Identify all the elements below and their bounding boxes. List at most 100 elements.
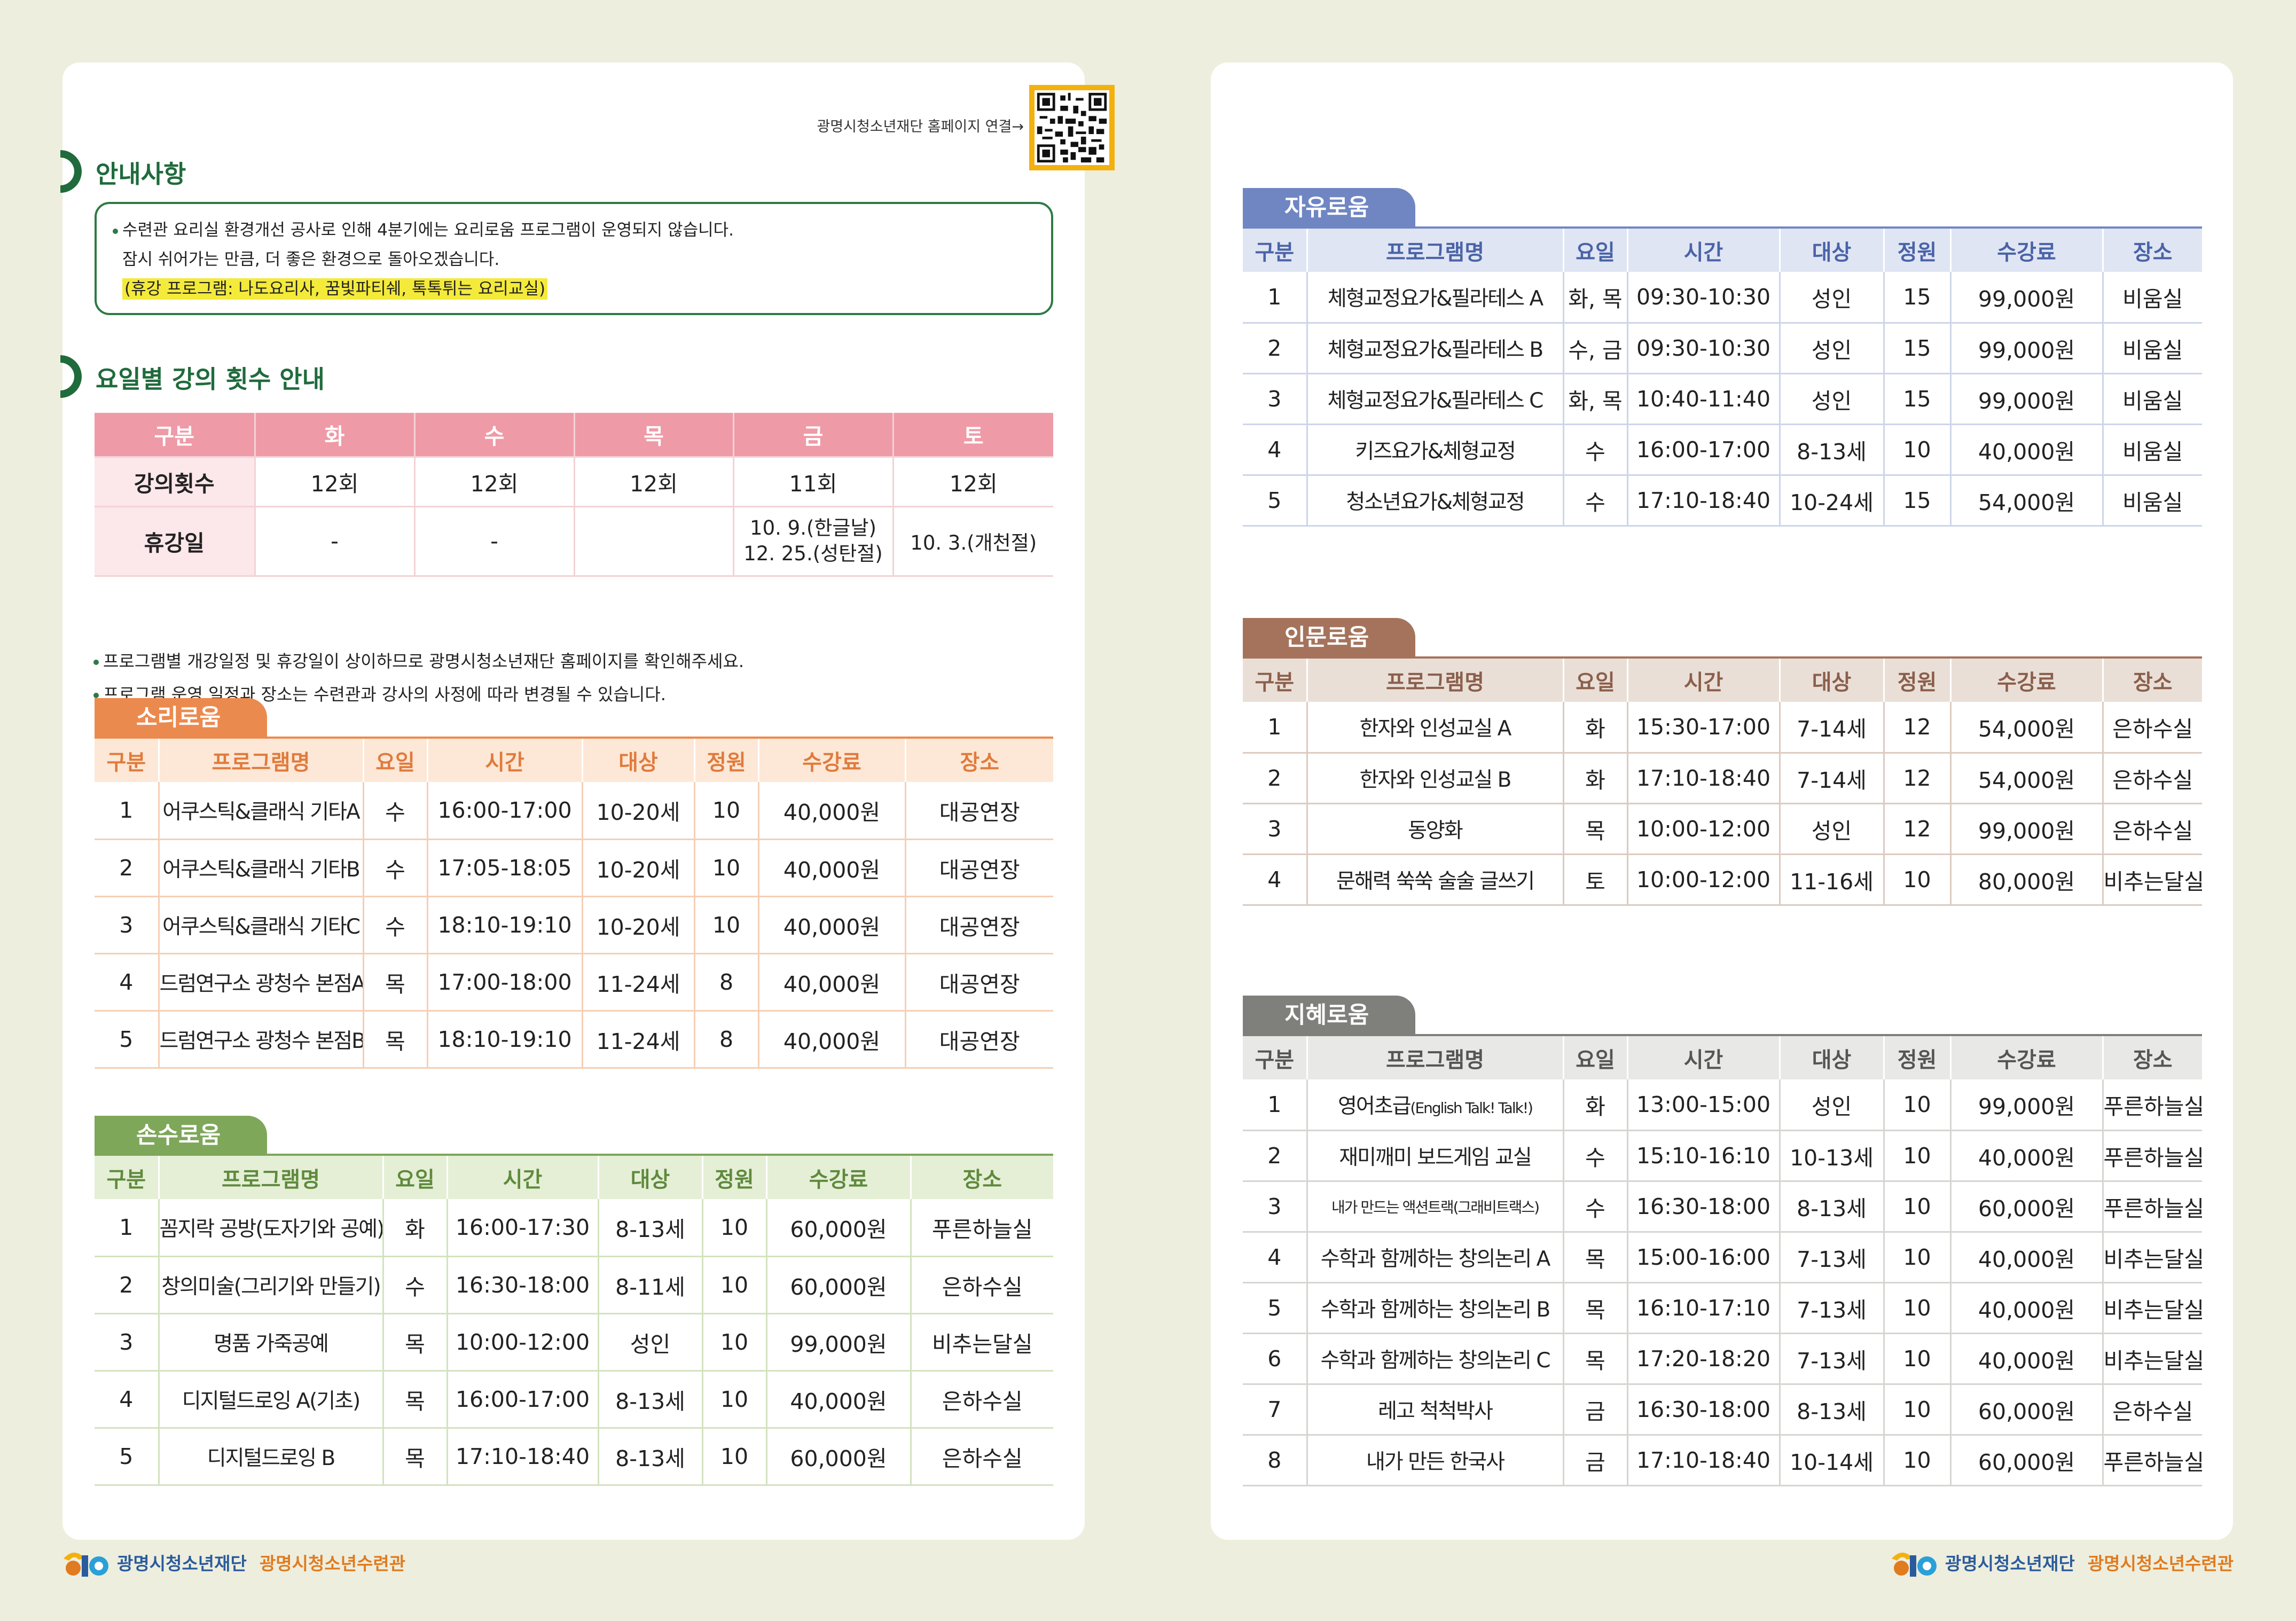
header-col-program: 프로그램명 xyxy=(159,737,364,782)
table-row: 1 꼼지락 공방(도자기와 공예) 화 16:00-17:30 8-13세 10 60,00… xyxy=(95,1199,1053,1257)
header-col-day: 요일 xyxy=(1563,1034,1628,1079)
cell-col-place: 은하수실 xyxy=(2103,702,2202,754)
qr-code-graphic xyxy=(1035,90,1109,165)
lec-count-cell: 12회 xyxy=(893,457,1053,507)
lecture-count-table: 구분 화 수 목 금 토 강의횟수 12회 12회 12회 11회 12회 휴강… xyxy=(95,413,1053,577)
cell-col-target: 성인 xyxy=(1780,1079,1885,1131)
cell-col-capacity: 15 xyxy=(1884,475,1952,527)
cell-col-time: 10:00-12:00 xyxy=(1627,803,1781,855)
cell-col-time: 18:10-19:10 xyxy=(427,896,583,954)
cell-col-capacity: 8 xyxy=(694,1011,759,1069)
lec-count-cell: 12회 xyxy=(574,457,734,507)
header-col-place: 장소 xyxy=(2103,656,2202,702)
cell-col-place: 은하수실 xyxy=(911,1371,1053,1429)
header-col-place: 장소 xyxy=(905,737,1053,782)
cell-col-no: 2 xyxy=(1243,753,1308,804)
lec-count-cell: 11회 xyxy=(733,457,894,507)
cell-col-target: 7-14세 xyxy=(1780,702,1885,754)
cell-col-day: 목 xyxy=(363,953,428,1012)
jihye-table: 구분 프로그램명 요일 시간 대상 정원 수강료 장소 1 영어초급(English Talk! … xyxy=(1243,1034,2202,1486)
lec-holiday-fri-1: 10. 9.(한글날) xyxy=(750,516,876,539)
cell-col-day: 화 xyxy=(1563,1079,1628,1131)
header-col-fee: 수강료 xyxy=(1950,226,2104,272)
cell-col-capacity: 10 xyxy=(694,782,759,840)
bullet-icon xyxy=(113,228,118,234)
foundation-logo-icon xyxy=(64,1553,108,1577)
header-col-time: 시간 xyxy=(1627,226,1781,272)
cell-col-place: 푸른하늘실 xyxy=(2103,1435,2202,1486)
cell-col-capacity: 10 xyxy=(702,1428,767,1486)
cell-col-target: 8-13세 xyxy=(1780,1181,1885,1233)
cell-col-program: 내가 만든 한국사 xyxy=(1307,1435,1564,1486)
lec-header: 화 xyxy=(255,413,416,458)
header-col-fee: 수강료 xyxy=(766,1154,912,1199)
cell-col-no: 5 xyxy=(95,1428,160,1486)
cell-col-time: 13:00-15:00 xyxy=(1627,1079,1781,1131)
cell-col-capacity: 10 xyxy=(1884,854,1952,906)
cell-col-place: 대공연장 xyxy=(905,953,1053,1012)
cell-col-program: 내가 만드는 액션트랙(그래비트랙스) xyxy=(1307,1181,1564,1233)
cell-col-place: 푸른하늘실 xyxy=(2103,1181,2202,1233)
cell-col-place: 비움실 xyxy=(2103,475,2202,527)
cell-col-fee: 60,000원 xyxy=(766,1199,912,1257)
header-col-target: 대상 xyxy=(1780,656,1885,702)
table-row: 4 문해력 쑥쑥 술술 글쓰기 토 10:00-12:00 11-16세 10 80,000… xyxy=(1243,854,2202,906)
sori-table: 구분 프로그램명 요일 시간 대상 정원 수강료 장소 1 어쿠스틱&클래식 기타A 수 16:00-… xyxy=(95,737,1053,1069)
cell-col-time: 09:30-10:30 xyxy=(1627,323,1781,374)
header-col-program: 프로그램명 xyxy=(1307,1034,1564,1079)
cell-col-day: 화 xyxy=(383,1199,448,1257)
cell-col-place: 은하수실 xyxy=(2103,803,2202,855)
header-col-capacity: 정원 xyxy=(1884,656,1952,702)
footer-org-foundation: 광명시청소년재단 xyxy=(1945,1553,2075,1574)
header-col-day: 요일 xyxy=(1563,226,1628,272)
header-col-place: 장소 xyxy=(911,1154,1053,1199)
header-col-day: 요일 xyxy=(363,737,428,782)
qr-code-icon[interactable] xyxy=(1029,85,1115,170)
cell-col-capacity: 15 xyxy=(1884,373,1952,425)
header-col-capacity: 정원 xyxy=(1884,226,1952,272)
header-col-fee: 수강료 xyxy=(758,737,906,782)
header-col-no: 구분 xyxy=(95,1154,160,1199)
notice-title: 안내사항 xyxy=(96,160,186,189)
cell-col-time: 16:00-17:00 xyxy=(447,1371,599,1429)
cell-col-target: 10-24세 xyxy=(1780,475,1885,527)
cell-col-target: 10-20세 xyxy=(582,839,695,897)
cell-col-target: 성인 xyxy=(1780,373,1885,425)
cell-col-no: 1 xyxy=(1243,272,1308,324)
cell-col-program: 명품 가죽공예 xyxy=(159,1313,384,1372)
cell-col-fee: 60,000원 xyxy=(1950,1181,2104,1233)
footer-right: 광명시청소년재단 광명시청소년수련관 xyxy=(1891,1544,2234,1581)
cell-col-target: 성인 xyxy=(598,1313,703,1372)
cell-col-fee: 80,000원 xyxy=(1950,854,2104,906)
cell-col-capacity: 12 xyxy=(1884,803,1952,855)
table-row: 8 내가 만든 한국사 금 17:10-18:40 10-14세 10 60,000원 푸른하… xyxy=(1243,1435,2202,1486)
cell-col-no: 4 xyxy=(1243,1232,1308,1283)
cell-col-time: 15:30-17:00 xyxy=(1627,702,1781,754)
cell-col-time: 17:10-18:40 xyxy=(447,1428,599,1486)
cell-col-target: 11-16세 xyxy=(1780,854,1885,906)
jayu-table: 구분 프로그램명 요일 시간 대상 정원 수강료 장소 1 체형교정요가&필라테스 A 화, 목 09… xyxy=(1243,226,2202,527)
table-row: 5 수학과 함께하는 창의논리 B 목 16:10-17:10 7-13세 10 40,00… xyxy=(1243,1282,2202,1334)
header-col-no: 구분 xyxy=(95,737,160,782)
cell-col-day: 화 xyxy=(1563,753,1628,804)
inmun-table: 구분 프로그램명 요일 시간 대상 정원 수강료 장소 1 한자와 인성교실 A 화 15:30-17… xyxy=(1243,656,2202,906)
cell-col-program: 어쿠스틱&클래식 기타A xyxy=(159,782,364,840)
cell-col-time: 16:30-18:00 xyxy=(1627,1181,1781,1233)
cell-col-capacity: 10 xyxy=(694,896,759,954)
tab-jayu: 자유로움 xyxy=(1243,188,1415,226)
header-col-no: 구분 xyxy=(1243,656,1308,702)
cell-col-day: 금 xyxy=(1563,1435,1628,1486)
cell-col-program: 키즈요가&체형교정 xyxy=(1307,424,1564,476)
cell-col-fee: 99,000원 xyxy=(1950,272,2104,324)
cell-col-capacity: 10 xyxy=(1884,1079,1952,1131)
cell-col-place: 비추는달실 xyxy=(2103,854,2202,906)
cell-col-fee: 60,000원 xyxy=(1950,1384,2104,1436)
cell-col-no: 3 xyxy=(1243,1181,1308,1233)
cell-col-place: 비추는달실 xyxy=(2103,1333,2202,1385)
cell-col-program: 문해력 쑥쑥 술술 글쓰기 xyxy=(1307,854,1564,906)
homepage-link-label[interactable]: 광명시청소년재단 홈페이지 연결→ xyxy=(725,115,1024,136)
cell-col-place: 은하수실 xyxy=(911,1256,1053,1314)
cell-col-capacity: 15 xyxy=(1884,323,1952,374)
cell-col-no: 1 xyxy=(95,1199,160,1257)
cell-col-no: 4 xyxy=(1243,424,1308,476)
